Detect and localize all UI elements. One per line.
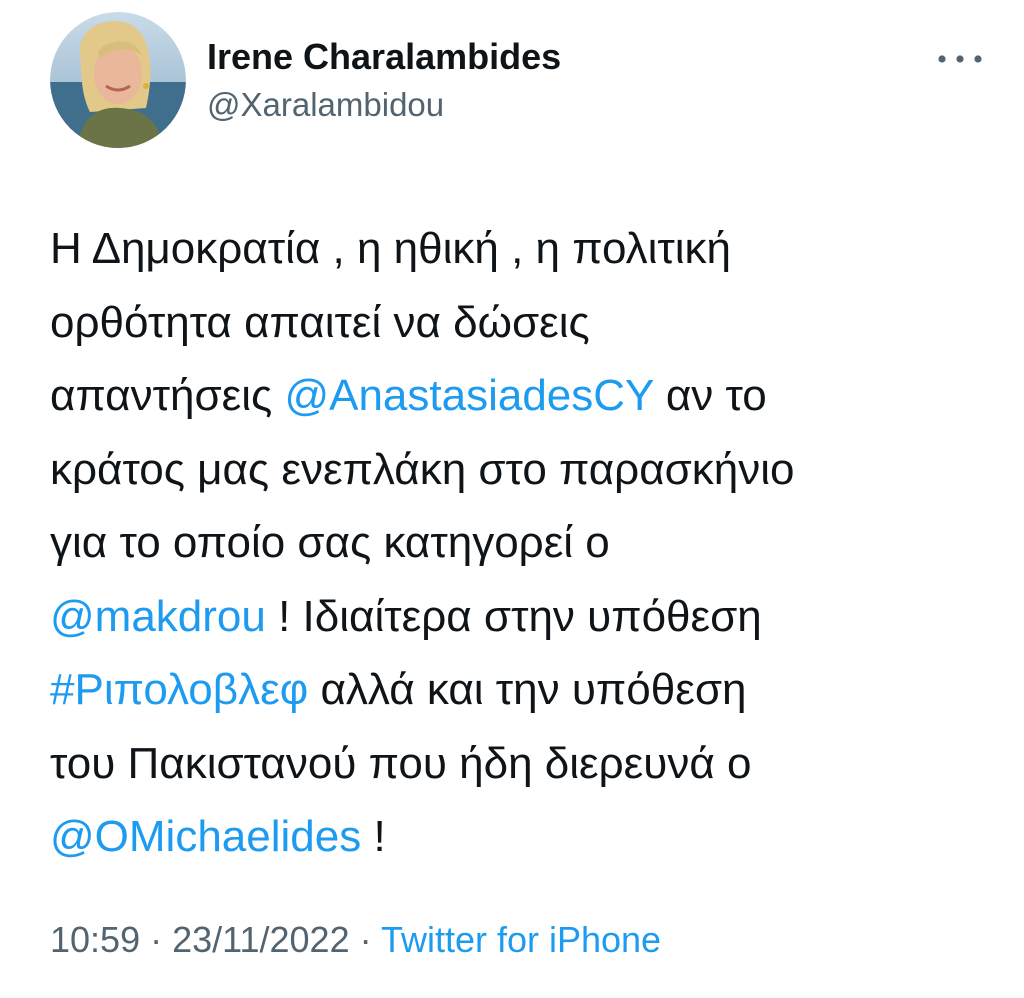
tweet-text-line: για το οποίο σας κατηγορεί ο [50,506,990,580]
tweet-text-segment: ορθότητα απαιτεί να δώσεις [50,297,590,347]
tweet-text-segment: ! [361,812,386,861]
tweet-text-line: Η Δημοκρατία , η ηθική , η πολιτική [50,212,990,286]
tweet-text-segment: Η Δημοκρατία , η ηθική , η πολιτική [50,224,732,273]
more-horizontal-icon[interactable] [930,44,990,74]
tweet-text-segment: κράτος μας ενεπλάκη στο παρασκήνιο [50,444,795,494]
mention-link[interactable]: @OMichaelides [50,812,361,861]
tweet-text-line: @OMichaelides ! [50,800,990,874]
user-handle[interactable]: @Xaralambidou [207,84,561,126]
tweet-text-segment: του Πακιστανού που ήδη διερευνά ο [50,738,752,788]
tweet-text-segment: ! Ιδιαίτερα στην υπόθεση [265,591,762,641]
tweet-text-segment: για το οποίο σας κατηγορεί ο [50,518,610,567]
tweet-text-segment: αλλά και την υπόθεση [308,665,747,714]
hashtag-link[interactable]: #Ριπολοβλεφ [50,665,308,714]
tweet-meta: 10:59 · 23/11/2022 · Twitter for iPhone [50,914,661,966]
tweet-text: Η Δημοκρατία , η ηθική , η πολιτική ορθότ… [50,212,990,874]
tweet-date[interactable]: 23/11/2022 [172,919,350,960]
meta-separator: · [349,919,381,960]
author-names: Irene Charalambides @Xaralambidou [207,36,561,126]
tweet-text-line: ορθότητα απαιτεί να δώσεις [50,286,990,360]
tweet: Irene Charalambides @Xaralambidou Η Δημο… [0,0,1024,998]
tweet-text-line: απαντήσεις @AnastasiadesCY αν το [50,359,990,433]
mention-link[interactable]: @makdrou [50,592,266,641]
tweet-text-line: @makdrou ! Ιδιαίτερα στην υπόθεση [50,580,990,654]
tweet-text-line: κράτος μας ενεπλάκη στο παρασκήνιο [50,433,990,507]
mention-link[interactable]: @AnastasiadesCY [284,371,653,420]
meta-separator: · [140,919,173,960]
tweet-source-link[interactable]: Twitter for iPhone [381,919,661,960]
tweet-text-line: του Πακιστανού που ήδη διερευνά ο [50,727,990,801]
tweet-text-segment: απαντήσεις [50,371,285,420]
tweet-text-segment: αν το [653,371,767,420]
tweet-time[interactable]: 10:59 [50,919,140,960]
display-name[interactable]: Irene Charalambides [207,36,561,78]
avatar[interactable] [50,12,186,148]
tweet-text-line: #Ριπολοβλεφ αλλά και την υπόθεση [50,653,990,727]
profile-photo-avatar [50,12,186,148]
tweet-header: Irene Charalambides @Xaralambidou [50,12,990,152]
